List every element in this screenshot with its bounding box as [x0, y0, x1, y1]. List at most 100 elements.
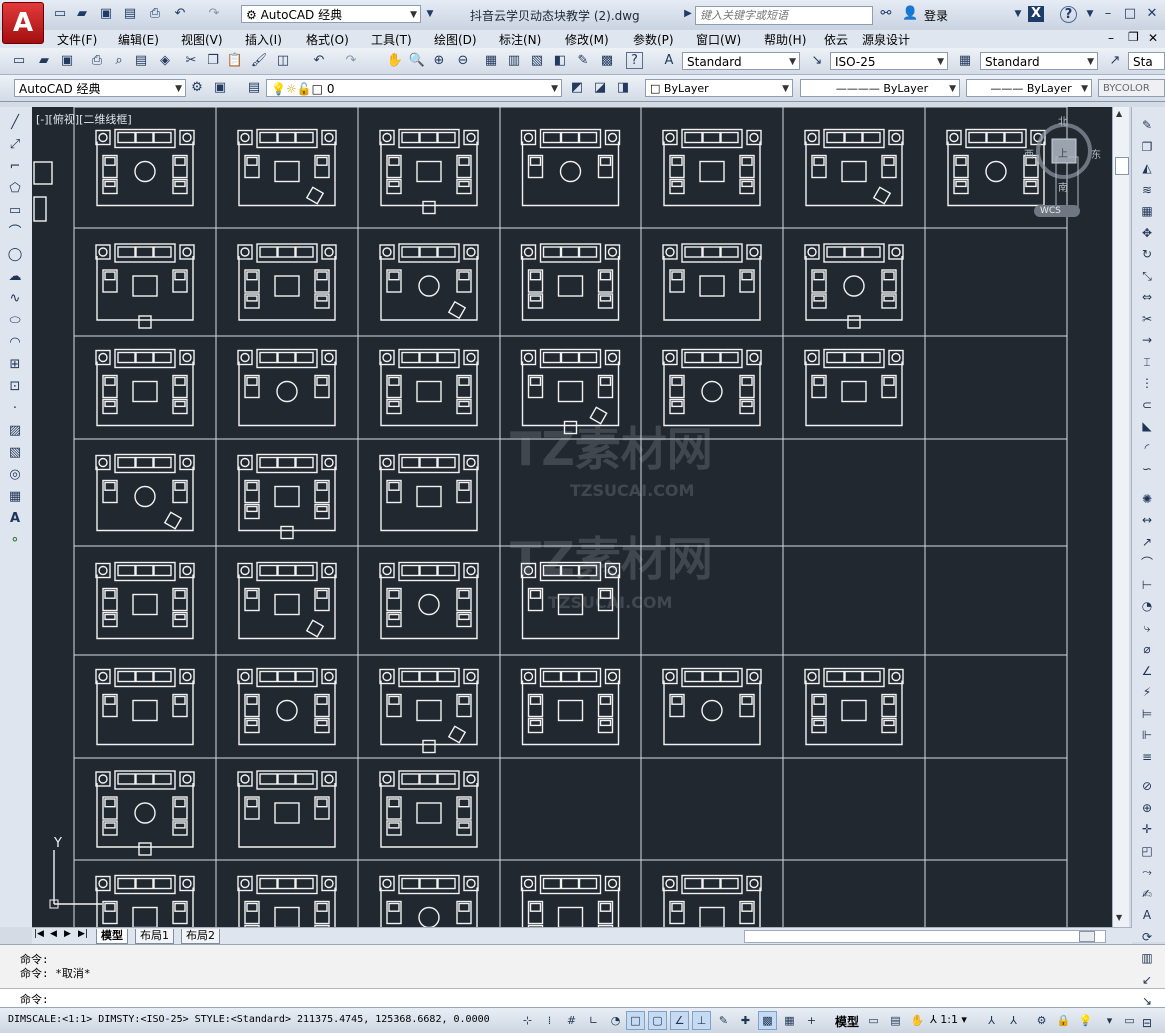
make-current-layer-icon[interactable]: ◩: [568, 79, 586, 97]
menu-view[interactable]: 视图(V): [181, 31, 223, 48]
join-icon[interactable]: ⊂: [1138, 396, 1156, 414]
infer-constraints-icon[interactable]: ⊹: [518, 1011, 537, 1030]
dim-diameter-icon[interactable]: ⌀: [1138, 640, 1156, 658]
object-snap-tracking-icon[interactable]: ∠: [670, 1011, 689, 1030]
fillet-icon[interactable]: ◜: [1138, 439, 1156, 457]
dim-jogged-icon[interactable]: ⤷: [1138, 619, 1156, 637]
viewcube-south[interactable]: 南: [1058, 179, 1068, 194]
break-icon[interactable]: ⋮: [1138, 374, 1156, 392]
furniture-block[interactable]: [95, 770, 195, 856]
dim-text-edit-icon[interactable]: A: [1138, 906, 1156, 924]
furniture-block[interactable]: [520, 243, 621, 321]
line-icon[interactable]: ╱: [6, 114, 24, 132]
next-tab-icon[interactable]: ▶: [64, 929, 71, 939]
dynamic-ucs-icon[interactable]: ⊥: [692, 1011, 711, 1030]
jogged-linear-icon[interactable]: ⤳: [1138, 863, 1156, 881]
offset-icon[interactable]: ≋: [1138, 181, 1156, 199]
multiline-text-icon[interactable]: A: [6, 510, 24, 528]
dim-ordinate-icon[interactable]: ⊢: [1138, 576, 1156, 594]
annotation-scale[interactable]: ⅄ 1:1 ▾: [930, 1013, 967, 1026]
break-at-point-icon[interactable]: ⌶: [1138, 353, 1156, 371]
undo-icon[interactable]: ↶: [310, 52, 328, 70]
minimize-icon[interactable]: –: [1100, 6, 1116, 22]
furniture-block[interactable]: [662, 874, 762, 928]
furniture-block[interactable]: [95, 667, 195, 746]
save-icon[interactable]: ▣: [58, 52, 76, 70]
viewcube-top[interactable]: 上: [1058, 145, 1068, 160]
doc-minimize-icon[interactable]: –: [1108, 31, 1114, 45]
menu-file[interactable]: 文件(F): [57, 31, 97, 48]
mleader-style-select[interactable]: Sta: [1128, 52, 1165, 70]
spline-icon[interactable]: ∿: [6, 290, 24, 308]
point-icon[interactable]: ·: [6, 400, 24, 418]
exchange-icon[interactable]: X: [1028, 6, 1044, 22]
dim-break-icon[interactable]: ⊘: [1138, 777, 1156, 795]
horizontal-scrollbar[interactable]: [744, 930, 1106, 943]
qnew-icon[interactable]: ▭: [10, 52, 28, 70]
dim-aligned-icon[interactable]: ↗: [1138, 533, 1156, 551]
last-tab-icon[interactable]: ▶|: [78, 929, 88, 939]
menu-yuanquan[interactable]: 源泉设计: [862, 31, 910, 48]
layer-previous-icon[interactable]: ◪: [591, 79, 609, 97]
vertical-scrollbar[interactable]: ▲ ▼: [1112, 107, 1129, 927]
menu-parametric[interactable]: 参数(P): [633, 31, 674, 48]
doc-close-icon[interactable]: ✕: [1148, 31, 1158, 45]
viewcube-east[interactable]: 东: [1091, 146, 1101, 161]
binoculars-icon[interactable]: ⚯: [878, 6, 894, 22]
furniture-block[interactable]: [379, 561, 479, 640]
zoom-window-icon[interactable]: ⊕: [430, 52, 448, 70]
furniture-block[interactable]: [379, 667, 479, 754]
mleader-icon[interactable]: ↘: [1138, 992, 1156, 1010]
ellipse-arc-icon[interactable]: ◠: [6, 334, 24, 352]
3d-dwf-icon[interactable]: ◈: [156, 52, 174, 70]
construction-line-icon[interactable]: ⤢: [6, 136, 24, 154]
clean-screen-icon[interactable]: ▭: [1120, 1011, 1139, 1030]
sheet-set-icon[interactable]: ◧: [551, 52, 569, 70]
menu-format[interactable]: 格式(O): [306, 31, 349, 48]
scale-icon[interactable]: ⤡: [1138, 267, 1156, 285]
quick-properties-icon[interactable]: ▦: [780, 1011, 799, 1030]
furniture-block[interactable]: [237, 770, 337, 848]
workspace-icon[interactable]: ▣: [211, 79, 229, 97]
scroll-up-icon[interactable]: ▲: [1116, 109, 1122, 118]
furniture-block[interactable]: [662, 348, 762, 427]
furniture-block[interactable]: [237, 874, 337, 928]
move-icon[interactable]: ✥: [1138, 224, 1156, 242]
first-tab-icon[interactable]: |◀: [34, 929, 44, 939]
zoom-previous-icon[interactable]: ⊖: [454, 52, 472, 70]
help-button[interactable]: ?: [1060, 6, 1077, 23]
dim-update-icon[interactable]: ⟳: [1138, 928, 1156, 946]
furniture-block[interactable]: [379, 770, 479, 848]
model-space-button[interactable]: 模型: [835, 1013, 859, 1030]
plot-icon[interactable]: ⎙: [88, 52, 106, 70]
menu-draw[interactable]: 绘图(D): [434, 31, 477, 48]
furniture-block[interactable]: [662, 128, 762, 207]
mleader-style-icon[interactable]: ↗: [1106, 52, 1124, 70]
table-style-icon[interactable]: ▦: [956, 52, 974, 70]
zoom-realtime-icon[interactable]: 🔍: [408, 52, 426, 70]
tab-layout2[interactable]: 布局2: [181, 929, 220, 944]
quickcalc-icon[interactable]: ▩: [598, 52, 616, 70]
inspect-icon[interactable]: ◰: [1138, 842, 1156, 860]
design-center-icon[interactable]: ▥: [505, 52, 523, 70]
circle-icon[interactable]: ◯: [6, 246, 24, 264]
make-block-icon[interactable]: ⊡: [6, 378, 24, 396]
transparency-icon[interactable]: ▩: [758, 1011, 777, 1030]
plotstyle-select[interactable]: BYCOLOR: [1098, 79, 1165, 97]
doc-restore-icon[interactable]: ❐: [1128, 30, 1139, 44]
pan-icon[interactable]: ✋: [386, 52, 404, 70]
furniture-block[interactable]: [804, 667, 904, 746]
color-select[interactable]: □ ByLayer ▼: [645, 79, 793, 97]
scroll-down-icon[interactable]: ▼: [1116, 913, 1122, 922]
lineweight-select[interactable]: ——— ByLayer ▼: [966, 79, 1092, 97]
drawing-canvas[interactable]: [32, 107, 1112, 927]
publish-icon[interactable]: ▤: [132, 52, 150, 70]
menu-tools[interactable]: 工具(T): [371, 31, 412, 48]
mirror-icon[interactable]: ◭: [1138, 159, 1156, 177]
print-icon[interactable]: ⎙: [147, 6, 163, 22]
furniture-block[interactable]: [95, 453, 195, 532]
dim-style-ctrl-icon[interactable]: ▥: [1138, 949, 1156, 967]
rotate-icon[interactable]: ↻: [1138, 245, 1156, 263]
tab-layout1[interactable]: 布局1: [135, 929, 174, 944]
furniture-block[interactable]: [804, 243, 904, 329]
